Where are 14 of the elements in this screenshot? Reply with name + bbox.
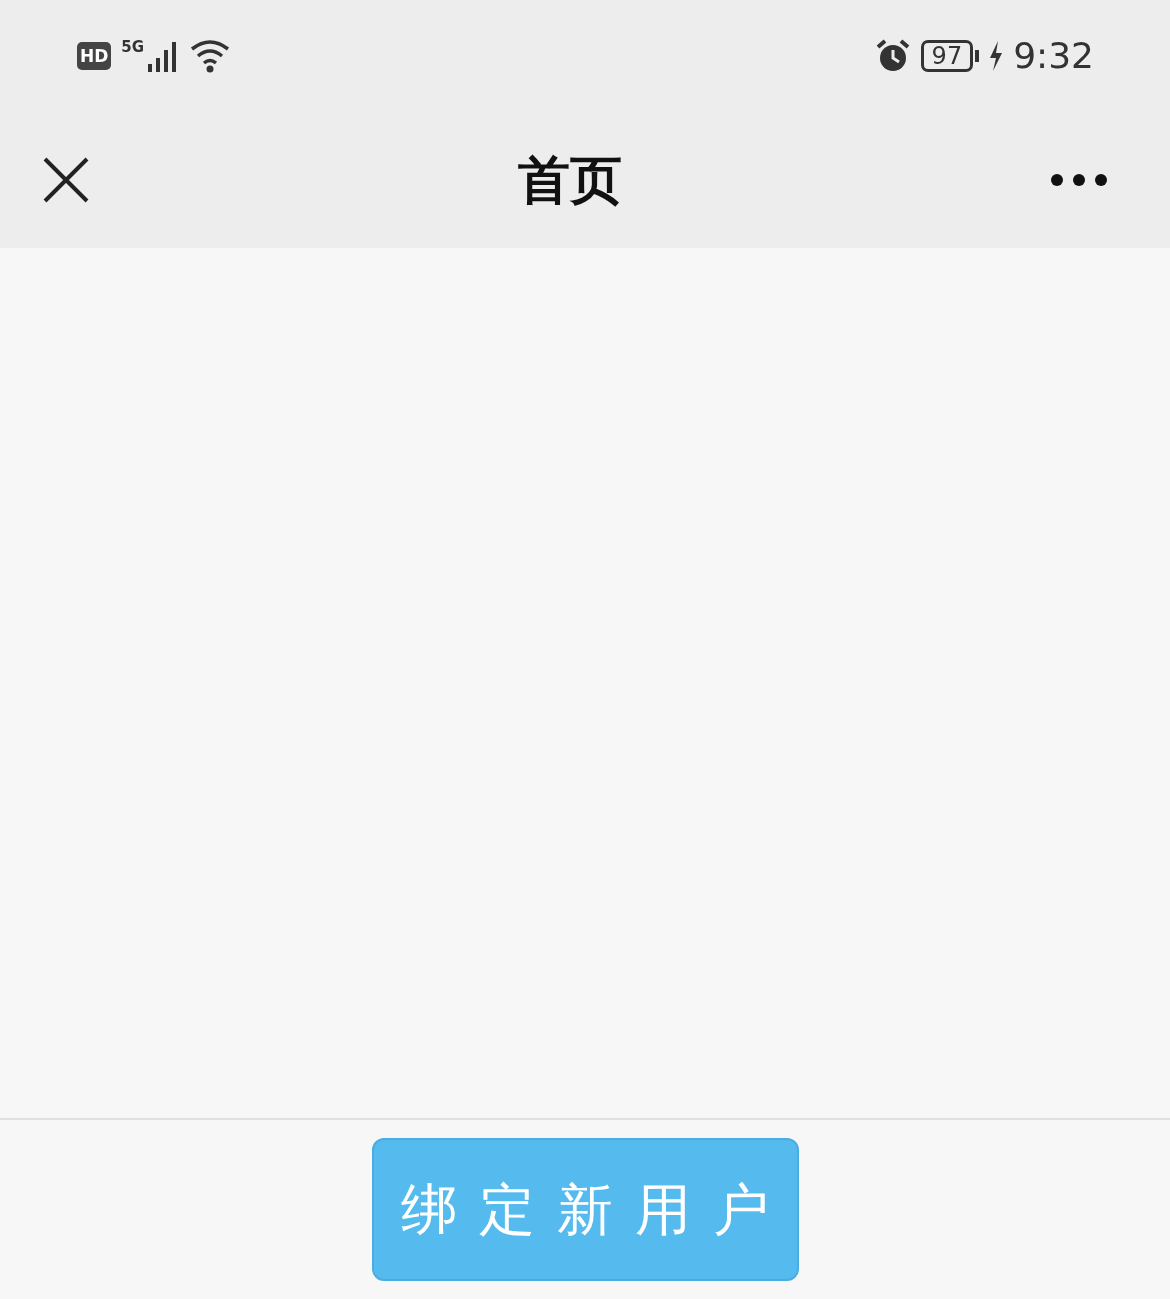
battery-level: 97: [920, 40, 974, 72]
close-icon: [42, 156, 90, 204]
close-button[interactable]: [42, 156, 90, 204]
charging-icon: [989, 41, 1004, 71]
clock-time: 9:32: [1013, 38, 1094, 74]
network-type: 5G: [121, 40, 145, 55]
more-button[interactable]: [1050, 173, 1108, 187]
alarm-icon: [874, 38, 911, 74]
battery-tip-icon: [975, 50, 980, 62]
hd-badge: HD: [77, 42, 112, 70]
wifi-icon: [190, 39, 231, 73]
more-icon: [1050, 173, 1108, 187]
page-title: 首页: [518, 154, 622, 206]
bind-new-user-button[interactable]: 绑定新用户: [371, 1138, 799, 1281]
